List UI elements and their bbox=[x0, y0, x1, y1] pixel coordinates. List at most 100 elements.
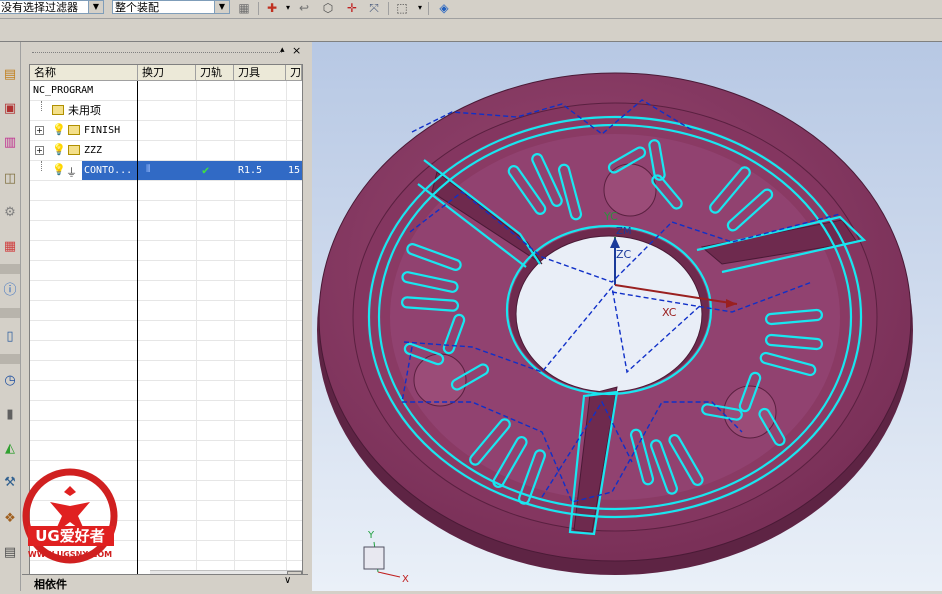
history-icon[interactable]: ◷ bbox=[1, 372, 19, 390]
column-header-toolchange[interactable]: 换刀 bbox=[138, 65, 196, 81]
roles-icon[interactable]: ▮ bbox=[1, 406, 19, 424]
snap-point-icon[interactable]: ✚ bbox=[264, 1, 280, 15]
chevron-down-icon[interactable]: ▾ bbox=[280, 1, 296, 15]
status-bulb-icon: 💡 bbox=[52, 163, 66, 176]
table-row bbox=[30, 261, 302, 281]
triad-x-label: X bbox=[402, 574, 409, 585]
palette-icon[interactable]: ◭ bbox=[1, 440, 19, 458]
viewport-canvas[interactable]: YC ZM ZC XC Y X bbox=[312, 42, 942, 591]
table-row bbox=[30, 421, 302, 441]
machine-tool-icon[interactable]: ▣ bbox=[1, 100, 19, 118]
table-row[interactable]: + 💡 FINISH bbox=[30, 121, 302, 141]
table-row bbox=[30, 221, 302, 241]
axis-label-yc: YC bbox=[603, 210, 618, 223]
column-divider bbox=[137, 81, 138, 585]
dependencies-panel-header[interactable]: 相依件 ∨ bbox=[22, 574, 308, 592]
collapse-icon[interactable]: ▴ bbox=[280, 45, 285, 55]
row-tool: R1.5 bbox=[238, 165, 263, 176]
method-icon[interactable]: ⚙ bbox=[1, 204, 19, 222]
table-row bbox=[30, 181, 302, 201]
table-row bbox=[30, 401, 302, 421]
row-name: NC_PROGRAM bbox=[33, 85, 94, 96]
triad-cube-icon bbox=[363, 546, 385, 570]
close-icon[interactable]: × bbox=[292, 44, 301, 57]
selection-toolbar: 没有选择过滤器 ▼ 整个装配 ▼ ▦ ✚ ▾ ↩ ⬡ ✛ ⤧ ⬚ ▾ ◈ bbox=[0, 0, 942, 19]
row-name: ZZZ bbox=[84, 145, 103, 156]
graphics-window[interactable]: YC ZM ZC XC Y X bbox=[312, 42, 942, 591]
axis-label-zc: ZC bbox=[616, 248, 632, 261]
operation-icon: ⏚ bbox=[66, 166, 77, 179]
selection-scope-value: 整个装配 bbox=[115, 1, 159, 14]
program-order-icon[interactable]: ▥ bbox=[1, 134, 19, 152]
operation-navigator-icon[interactable]: ▤ bbox=[1, 66, 19, 84]
table-row[interactable]: + 💡 ZZZ bbox=[30, 141, 302, 161]
row-name: FINISH bbox=[84, 125, 121, 136]
type-filter-value: 没有选择过滤器 bbox=[1, 1, 78, 14]
chevron-down-icon[interactable]: ▾ bbox=[412, 1, 428, 15]
toolbar-separator bbox=[388, 2, 389, 15]
navigator-header: ▴ × bbox=[22, 42, 308, 62]
table-row[interactable]: 💡 ⏚ CONTO... ⦀ ✔ R1.5 15 bbox=[30, 161, 302, 181]
filter-options-icon[interactable]: ▦ bbox=[236, 1, 252, 15]
info-icon[interactable]: ⓘ bbox=[1, 282, 19, 300]
row-name: CONTO... bbox=[84, 165, 133, 176]
drag-handle[interactable] bbox=[32, 52, 282, 53]
toolbar-separator bbox=[258, 2, 259, 15]
type-filter-combo[interactable]: 没有选择过滤器 ▼ bbox=[0, 0, 104, 14]
point-snap-icon[interactable]: ✛ bbox=[344, 1, 360, 15]
watermark-logo: UG爱好者 WWW.UGSNX.COM bbox=[20, 468, 130, 568]
toolchange-icon: ⦀ bbox=[146, 164, 151, 175]
library-icon[interactable]: ▦ bbox=[1, 238, 19, 256]
table-row bbox=[30, 281, 302, 301]
column-header-toolpath[interactable]: 刀轨 bbox=[196, 65, 234, 81]
page-icon[interactable]: ▯ bbox=[1, 328, 19, 346]
table-row bbox=[30, 361, 302, 381]
chevron-down-icon[interactable]: ▼ bbox=[214, 1, 229, 13]
row-name: 未用项 bbox=[68, 104, 101, 117]
tools-icon[interactable]: ⚒ bbox=[1, 474, 19, 492]
select-box-icon[interactable]: ⬡ bbox=[320, 1, 336, 15]
view-cube-icon[interactable]: ◈ bbox=[436, 1, 452, 15]
logo-text: UG爱好者 bbox=[35, 527, 105, 545]
selection-scope-combo[interactable]: 整个装配 ▼ bbox=[112, 0, 230, 14]
row-toolpath-status: ✔ bbox=[202, 163, 210, 177]
column-header-name[interactable]: 名称 bbox=[30, 65, 138, 81]
table-row bbox=[30, 441, 302, 461]
table-row bbox=[30, 201, 302, 221]
dependencies-label: 相依件 bbox=[34, 578, 67, 591]
secondary-toolbar bbox=[0, 19, 942, 42]
undo-icon[interactable]: ↩ bbox=[296, 1, 312, 15]
resource-tab-divider bbox=[0, 264, 20, 274]
table-row[interactable]: NC_PROGRAM bbox=[30, 81, 302, 101]
row-order: 15 bbox=[288, 165, 301, 176]
folder-icon bbox=[68, 145, 80, 155]
move-icon[interactable]: ⤧ bbox=[366, 1, 382, 15]
table-row bbox=[30, 241, 302, 261]
part-model bbox=[317, 72, 913, 575]
resource-tab-divider bbox=[0, 308, 20, 318]
table-row[interactable]: 未用项 bbox=[30, 101, 302, 121]
axis-label-zm: ZM bbox=[616, 226, 631, 237]
table-row bbox=[30, 381, 302, 401]
assembly-icon[interactable]: ❖ bbox=[1, 510, 19, 528]
resource-tab-divider bbox=[0, 354, 20, 364]
chevron-down-icon[interactable]: ▼ bbox=[88, 1, 103, 13]
geometry-icon[interactable]: ◫ bbox=[1, 170, 19, 188]
table-row bbox=[30, 321, 302, 341]
expand-icon[interactable]: + bbox=[35, 146, 44, 155]
resource-bar: ▤ ▣ ▥ ◫ ⚙ ▦ ⓘ ▯ ◷ ▮ ◭ ⚒ ❖ ▤ bbox=[0, 42, 21, 591]
table-row bbox=[30, 341, 302, 361]
system-icon[interactable]: ▤ bbox=[1, 544, 19, 562]
toolbar-separator bbox=[428, 2, 429, 15]
column-header-order[interactable]: 刀 bbox=[286, 65, 302, 81]
axis-label-xc: XC bbox=[662, 306, 677, 319]
table-row bbox=[30, 301, 302, 321]
logo-url: WWW.UGSNX.COM bbox=[28, 550, 112, 559]
triad-y-label: Y bbox=[367, 530, 375, 541]
status-bulb-icon: 💡 bbox=[52, 143, 66, 156]
chevron-down-icon[interactable]: ∨ bbox=[284, 575, 291, 586]
expand-icon[interactable]: + bbox=[35, 126, 44, 135]
rect-select-icon[interactable]: ⬚ bbox=[394, 1, 410, 15]
column-header-tool[interactable]: 刀具 bbox=[234, 65, 286, 81]
folder-icon bbox=[68, 125, 80, 135]
